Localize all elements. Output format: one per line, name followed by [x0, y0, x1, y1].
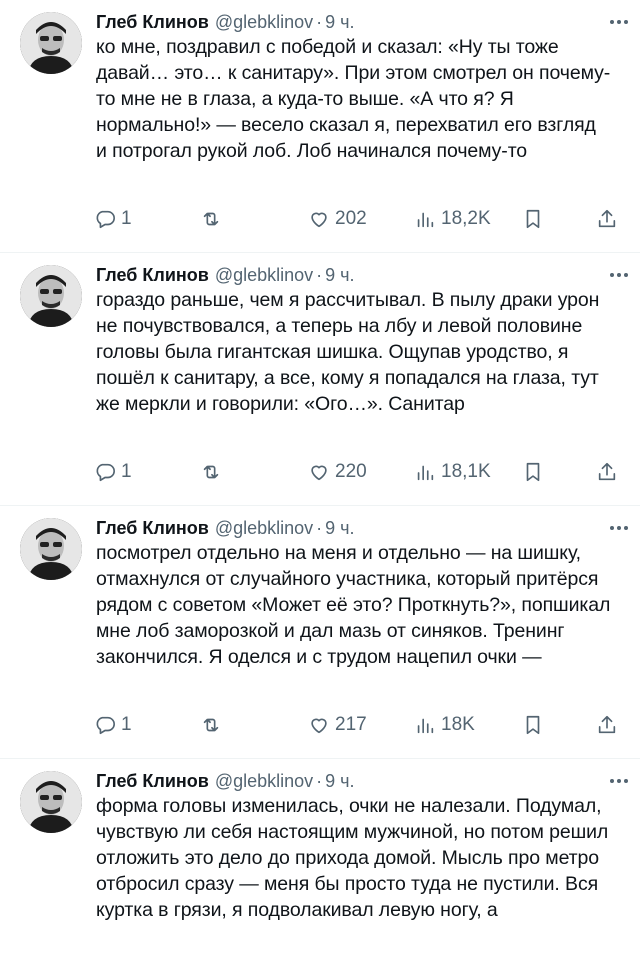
bookmark-button[interactable] [522, 204, 544, 234]
share-button[interactable] [596, 204, 618, 234]
share-button[interactable] [596, 710, 618, 740]
share-icon [596, 714, 618, 736]
separator-dot: · [316, 517, 323, 538]
tweet-actions: 1 220 18,1K [94, 457, 624, 487]
like-count: 202 [335, 208, 367, 229]
author-handle[interactable]: @glebklinov [215, 518, 313, 539]
author-name[interactable]: Глеб Клинов [96, 12, 209, 33]
timestamp[interactable]: 9 ч. [325, 518, 354, 539]
tweet-header: Глеб Клинов @glebklinov · 9 ч. [96, 516, 620, 540]
tweet-header: Глеб Клинов @glebklinov · 9 ч. [96, 263, 620, 287]
reply-count: 1 [121, 461, 132, 482]
bookmark-button[interactable] [522, 710, 544, 740]
heart-icon [308, 714, 330, 736]
tweet-header: Глеб Клинов @glebklinov · 9 ч. [96, 769, 620, 793]
views-button[interactable]: 18K [414, 710, 475, 740]
like-count: 220 [335, 461, 367, 482]
retweet-icon [200, 714, 222, 736]
author-handle[interactable]: @glebklinov [215, 12, 313, 33]
views-button[interactable]: 18,2K [414, 204, 491, 234]
timeline: Глеб Клинов @glebklinov · 9 ч. ко мне, п… [0, 0, 640, 971]
tweet[interactable]: Глеб Клинов @glebklinov · 9 ч. ко мне, п… [0, 0, 640, 252]
author-handle[interactable]: @glebklinov [215, 265, 313, 286]
bookmark-button[interactable] [522, 457, 544, 487]
avatar[interactable] [20, 518, 82, 580]
more-icon[interactable] [606, 518, 632, 538]
reply-button[interactable]: 1 [94, 204, 132, 234]
author-name[interactable]: Глеб Клинов [96, 518, 209, 539]
view-count: 18,2K [441, 208, 491, 229]
views-icon [414, 208, 436, 230]
like-button[interactable]: 217 [308, 710, 367, 740]
timestamp[interactable]: 9 ч. [325, 771, 354, 792]
bookmark-icon [522, 714, 544, 736]
reply-icon [94, 461, 116, 483]
reply-icon [94, 208, 116, 230]
author-handle[interactable]: @glebklinov [215, 771, 313, 792]
share-button[interactable] [596, 457, 618, 487]
avatar[interactable] [20, 265, 82, 327]
views-icon [414, 714, 436, 736]
retweet-icon [200, 208, 222, 230]
separator-dot: · [316, 264, 323, 285]
tweet-actions: 1 217 18K [94, 710, 624, 740]
timestamp[interactable]: 9 ч. [325, 265, 354, 286]
reply-count: 1 [121, 714, 132, 735]
tweet-text: посмотрел отдельно на меня и отдельно — … [96, 542, 611, 668]
timestamp[interactable]: 9 ч. [325, 12, 354, 33]
avatar[interactable] [20, 12, 82, 74]
like-button[interactable]: 202 [308, 204, 367, 234]
author-name[interactable]: Глеб Клинов [96, 265, 209, 286]
views-icon [414, 461, 436, 483]
reply-icon [94, 714, 116, 736]
retweet-button[interactable] [200, 457, 222, 487]
author-name[interactable]: Глеб Клинов [96, 771, 209, 792]
tweet-text: форма головы изменилась, очки не налезал… [96, 795, 609, 921]
separator-dot: · [316, 11, 323, 32]
separator-dot: · [316, 770, 323, 791]
reply-button[interactable]: 1 [94, 710, 132, 740]
avatar[interactable] [20, 771, 82, 833]
heart-icon [308, 208, 330, 230]
like-count: 217 [335, 714, 367, 735]
more-icon[interactable] [606, 265, 632, 285]
tweet-header: Глеб Клинов @glebklinov · 9 ч. [96, 10, 620, 34]
retweet-button[interactable] [200, 710, 222, 740]
tweet[interactable]: Глеб Клинов @glebklinov · 9 ч. посмотрел… [0, 506, 640, 758]
retweet-icon [200, 461, 222, 483]
retweet-button[interactable] [200, 204, 222, 234]
heart-icon [308, 461, 330, 483]
tweet[interactable]: Глеб Клинов @glebklinov · 9 ч. форма гол… [0, 759, 640, 971]
tweet-actions: 1 202 18,2K [94, 204, 624, 234]
bookmark-icon [522, 208, 544, 230]
more-icon[interactable] [606, 771, 632, 791]
view-count: 18,1K [441, 461, 491, 482]
views-button[interactable]: 18,1K [414, 457, 491, 487]
tweet[interactable]: Глеб Клинов @glebklinov · 9 ч. гораздо р… [0, 253, 640, 505]
share-icon [596, 208, 618, 230]
like-button[interactable]: 220 [308, 457, 367, 487]
reply-button[interactable]: 1 [94, 457, 132, 487]
tweet-text: гораздо раньше, чем я рассчитывал. В пыл… [96, 289, 600, 415]
view-count: 18K [441, 714, 475, 735]
tweet-text: ко мне, поздравил с победой и сказал: «Н… [96, 36, 611, 162]
bookmark-icon [522, 461, 544, 483]
reply-count: 1 [121, 208, 132, 229]
share-icon [596, 461, 618, 483]
more-icon[interactable] [606, 12, 632, 32]
